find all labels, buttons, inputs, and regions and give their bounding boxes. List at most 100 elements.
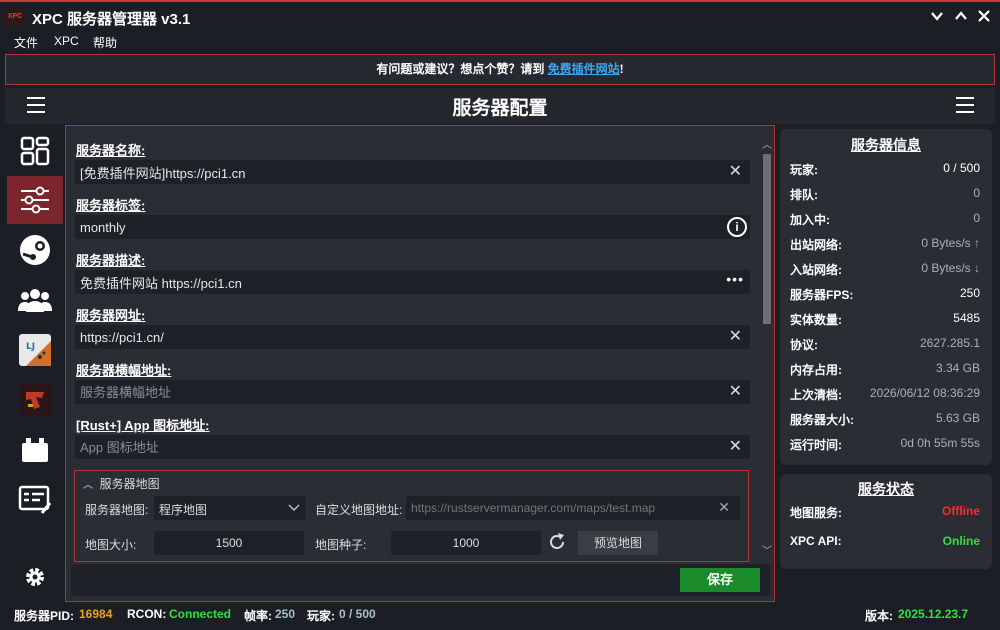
map-type-value: 程序地图 [159,503,208,517]
chevron-down-icon [931,12,943,21]
more-icon[interactable]: ••• [726,271,744,287]
players-label: 玩家: [307,609,335,623]
server-info-label: 玩家: [790,163,818,177]
clear-icon[interactable]: ✕ [729,438,742,456]
sidebar-item-settings[interactable] [7,553,63,601]
server-info-value: 0 Bytes/s ↓ [921,261,980,275]
rcon-value: Connected [169,607,232,621]
server-info-value: 0 Bytes/s ↑ [921,236,980,250]
server-name-label: 服务器名称: [76,143,146,158]
service-status-panel: 服务状态 地图服务: Offline XPC API: Online [780,474,992,569]
server-tags-input[interactable] [75,215,715,239]
rust-icon [19,384,51,416]
users-icon [18,289,52,312]
sidebar-item-users[interactable] [7,276,63,324]
chevron-up-icon [955,11,967,20]
xpc-api-status: Online [942,534,980,548]
sidebar-item-rust[interactable] [7,376,63,424]
close-icon [978,10,990,22]
close-window-button[interactable] [973,7,995,29]
server-info-value: 5485 [953,311,980,325]
scroll-down-icon[interactable]: ﹀ [762,542,772,557]
menu-xpc[interactable]: XPC [54,34,79,48]
title-bar: XPC XPC 服务器管理器 v3.1 [0,0,1000,32]
right-menu-button[interactable] [956,97,974,113]
server-url-input[interactable] [75,325,715,349]
server-info-label: 入站网络: [790,263,842,277]
scroll-thumb[interactable] [763,154,771,324]
banner-url-field: ✕ [75,380,750,404]
server-info-label: 协议: [790,338,818,352]
page-header: 服务器配置 [5,88,995,124]
menu-file[interactable]: 文件 [14,34,38,51]
console-icon [18,485,52,514]
app-icon-url-label: [Rust+] App 图标地址: [76,418,210,433]
map-size-label: 地图大小: [85,538,137,552]
version-label: 版本: [865,609,893,623]
server-url-field: ✕ [75,325,750,349]
banner-text: 有问题或建议？想点个赞？请到 [376,62,548,76]
page-title: 服务器配置 [452,98,548,119]
sidebar-item-config[interactable] [7,176,63,224]
server-name-input[interactable] [75,160,715,184]
menu-help[interactable]: 帮助 [93,34,117,51]
fps-label: 帧率: [244,609,272,623]
server-info-label: 实体数量: [790,313,842,327]
version-value: 2025.12.23.7 [898,607,969,621]
server-info-label: 内存占用: [790,363,842,377]
steam-icon [20,235,50,265]
server-name-field: ✕ [75,160,750,184]
save-button[interactable]: 保存 [680,568,760,592]
clear-icon[interactable]: ✕ [729,163,742,181]
scroll-up-icon[interactable]: ︿ [762,136,772,151]
clear-icon[interactable]: ✕ [718,499,730,516]
custom-map-url-field: ✕ [406,496,740,520]
sidebar-item-steam[interactable] [7,226,63,274]
server-description-label: 服务器描述: [76,253,146,268]
refresh-icon [550,533,564,549]
battery-icon [22,438,48,462]
map-size-field[interactable]: 1500 [154,531,304,555]
pid-label: 服务器PID: [14,609,75,623]
server-info-label: 排队: [790,188,818,202]
minimize-button[interactable] [926,7,948,29]
sidebar-item-plugins[interactable]: LJ [7,326,63,374]
dashboard-icon [20,136,50,166]
banner-url-input[interactable] [75,380,715,404]
server-tags-label: 服务器标签: [76,198,146,213]
clear-icon[interactable]: ✕ [729,383,742,401]
map-size-value: 1500 [215,536,243,550]
map-seed-field[interactable]: 1000 [391,531,541,555]
map-type-select[interactable]: 程序地图 [154,496,306,520]
map-service-label: 地图服务: [790,506,842,520]
server-info-label: 加入中: [790,213,830,227]
preview-map-button[interactable]: 预览地图 [578,531,658,555]
banner-link[interactable]: 免费插件网站 [548,62,620,76]
server-info-panel: 服务器信息 玩家: 0 / 500 排队: 0 加入中: 0 出站网络: 0 Bytes/s … [780,129,992,465]
app-icon-url-input[interactable] [75,435,715,459]
players-value: 0 / 500 [339,607,376,621]
server-info-value: 0 [973,211,980,225]
sidebar-item-dashboard[interactable] [7,127,63,175]
scrollbar[interactable]: ︿ ﹀ [762,136,772,557]
info-icon[interactable]: i [727,217,747,237]
service-status-title: 服务状态 [858,481,914,497]
banner-url-label: 服务器横幅地址: [76,363,172,378]
banner-suffix: ! [619,62,624,76]
clear-icon[interactable]: ✕ [729,328,742,346]
map-section-header[interactable]: ︿ 服务器地图 [83,475,160,492]
svg-text:LJ: LJ [26,342,35,352]
server-info-label: 服务器FPS: [790,288,854,302]
custom-map-url-input[interactable] [406,496,706,520]
server-url-label: 服务器网址: [76,308,146,323]
pid-value: 16984 [79,607,113,621]
maximize-button[interactable] [950,7,972,29]
app-logo: XPC [4,7,26,27]
sidebar-item-console[interactable] [7,476,63,524]
server-info-label: 服务器大小: [790,413,854,427]
map-service-status: Offline [942,504,980,518]
server-info-value: 5.63 GB [935,411,980,425]
refresh-seed-button[interactable] [547,532,567,555]
server-description-input[interactable] [75,270,715,294]
sidebar-item-battery[interactable] [7,426,63,474]
